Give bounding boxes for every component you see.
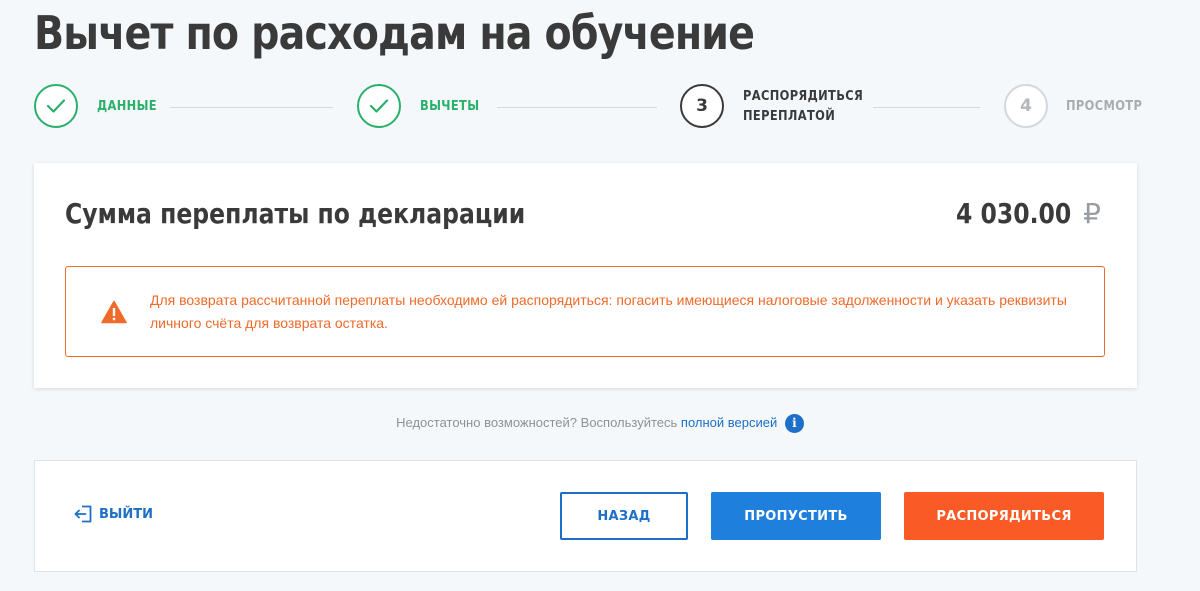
step-1-done-circle bbox=[34, 84, 78, 128]
back-button[interactable]: НАЗАД bbox=[560, 492, 688, 540]
warning-triangle-icon bbox=[101, 300, 127, 324]
step-3-label-line-2: ПЕРЕПЛАТОЙ bbox=[743, 109, 836, 124]
step-3-label-line-1: РАСПОРЯДИТЬСЯ bbox=[743, 89, 864, 104]
overpayment-card: Сумма переплаты по декларации 4 030.00 ₽… bbox=[34, 163, 1137, 388]
step-3-circle: 3 bbox=[680, 84, 724, 128]
step-1-label: ДАННЫЕ bbox=[97, 99, 157, 114]
manage-overpayment-button[interactable]: РАСПОРЯДИТЬСЯ bbox=[904, 492, 1104, 540]
checkmark-icon bbox=[46, 99, 66, 113]
page-title: Вычет по расходам на обучение bbox=[34, 6, 755, 60]
checkmark-icon bbox=[369, 99, 389, 113]
step-connector bbox=[873, 107, 980, 108]
step-2-done-circle bbox=[357, 84, 401, 128]
skip-button[interactable]: ПРОПУСТИТЬ bbox=[711, 492, 881, 540]
warning-alert: Для возврата рассчитанной переплаты необ… bbox=[65, 266, 1105, 357]
step-3-label: РАСПОРЯДИТЬСЯ ПЕРЕПЛАТОЙ bbox=[743, 87, 863, 127]
step-connector bbox=[170, 107, 333, 108]
currency-ruble-symbol: ₽ bbox=[1083, 197, 1101, 230]
info-icon[interactable]: i bbox=[784, 414, 804, 433]
full-version-hint: Недостаточно возможностей? Воспользуйтес… bbox=[0, 414, 1200, 433]
progress-stepper: ДАННЫЕ ВЫЧЕТЫ 3 РАСПОРЯДИТЬСЯ ПЕРЕПЛАТОЙ… bbox=[0, 84, 1200, 134]
step-4-circle: 4 bbox=[1004, 84, 1048, 128]
hint-text: Недостаточно возможностей? Воспользуйтес… bbox=[396, 414, 678, 430]
full-version-link[interactable]: полной версией bbox=[681, 415, 777, 430]
action-bar: ВЫЙТИ НАЗАД ПРОПУСТИТЬ РАСПОРЯДИТЬСЯ bbox=[34, 460, 1137, 572]
warning-alert-text: Для возврата рассчитанной переплаты необ… bbox=[150, 292, 1067, 331]
exit-label: ВЫЙТИ bbox=[99, 506, 154, 522]
overpayment-amount: 4 030.00 bbox=[955, 197, 1071, 230]
exit-icon bbox=[74, 505, 92, 523]
step-2-label: ВЫЧЕТЫ bbox=[420, 99, 480, 114]
exit-button[interactable]: ВЫЙТИ bbox=[73, 505, 153, 523]
step-4-label: ПРОСМОТР bbox=[1066, 99, 1143, 114]
overpayment-title: Сумма переплаты по декларации bbox=[65, 197, 526, 230]
step-connector bbox=[497, 107, 657, 108]
